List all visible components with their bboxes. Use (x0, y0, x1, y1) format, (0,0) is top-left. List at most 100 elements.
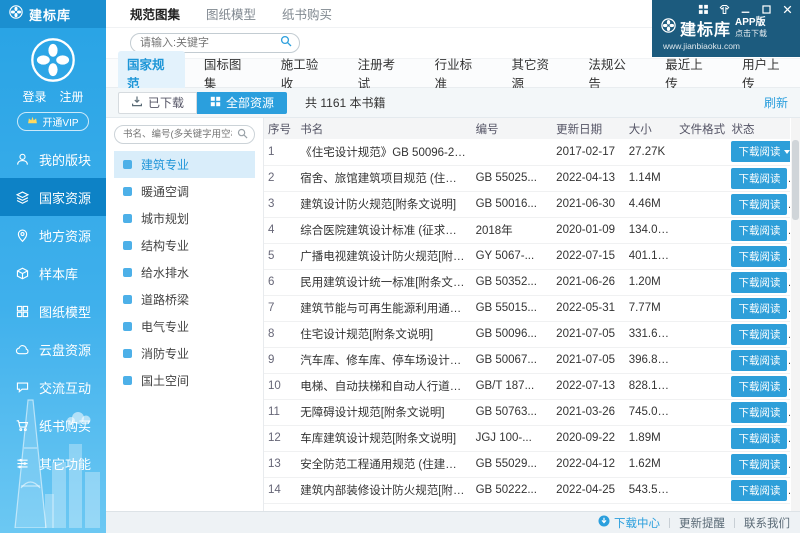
table-row[interactable]: 2宿舍、旅馆建筑项目规范 (住建部公开版)GB 55025...2022-04-… (264, 165, 790, 192)
table-row[interactable]: 9汽车库、修车库、停车场设计防火规范[附条文说明]GB 50067...2021… (264, 347, 790, 374)
category-bullet-icon (123, 214, 132, 223)
download-read-button[interactable]: 下载阅读 (731, 245, 788, 267)
sidebar-item-sample-library[interactable]: 样本库 (0, 254, 106, 292)
scrollbar-thumb[interactable] (792, 140, 799, 220)
keyword-search[interactable] (130, 33, 300, 53)
table-row[interactable]: 5广播电视建筑设计防火规范[附条文说明]GY 5067-...2022-07-1… (264, 243, 790, 270)
book-code: GB 50016... (471, 191, 553, 218)
category-roads-bridges[interactable]: 道路桥梁 (114, 286, 255, 313)
table-row[interactable]: 7建筑节能与可再生能源利用通用规范[附条文说明]GB 55015...2022-… (264, 295, 790, 322)
download-read-button[interactable]: 下载阅读 (731, 479, 788, 501)
download-read-button[interactable]: 下载阅读 (731, 375, 788, 397)
table-row[interactable]: 4 综合医院建筑设计标准 (征求意见稿) 2018年 2020-01-09 134.04… (264, 217, 790, 244)
row-number: 10 (264, 373, 297, 400)
statusbar-divider (669, 517, 670, 528)
sidebar-item-my-sections[interactable]: 我的版块 (0, 140, 106, 178)
file-size: 1.89M (624, 425, 676, 452)
sidebar-item-paper-books[interactable]: 纸书购买 (0, 406, 106, 444)
downloaded-button[interactable]: 已下载 (118, 91, 198, 114)
category-fire-protection[interactable]: 消防专业 (114, 340, 255, 367)
file-size: 7.77M (624, 295, 676, 322)
app-promo-banner: 建标库 APP版 点击下载 www.jianbiaoku.com (652, 0, 800, 57)
skin-icon[interactable] (718, 3, 730, 15)
content: 建筑专业暖通空调城市规划结构专业给水排水道路桥梁电气专业消防专业国土空间 序号 … (106, 118, 800, 511)
table-header-row: 序号 书名 编号 更新日期 大小 文件格式 状态 (264, 118, 790, 139)
file-format (675, 191, 728, 218)
download-read-button[interactable]: 下载阅读 (731, 427, 788, 449)
sidebar-item-cloud-resources[interactable]: 云盘资源 (0, 330, 106, 368)
vip-label: 开通VIP (42, 118, 79, 129)
category-urban-planning[interactable]: 城市规划 (114, 205, 255, 232)
category-structure[interactable]: 结构专业 (114, 232, 255, 259)
download-read-button[interactable]: 下载阅读 (731, 219, 788, 241)
category-water-supply[interactable]: 给水排水 (114, 259, 255, 286)
sidebar-item-community[interactable]: 交流互动 (0, 368, 106, 406)
maximize-icon[interactable] (760, 3, 772, 15)
table-row[interactable]: 8 住宅设计规范[附条文说明] GB 50096... 2021-07-05 331.6… (264, 321, 790, 348)
book-code: JGJ 100-... (471, 425, 553, 452)
download-read-button[interactable]: 下载阅读 (731, 297, 788, 319)
category-land-space[interactable]: 国土空间 (114, 367, 255, 394)
header-tab-paper-books[interactable]: 纸书购买 (282, 4, 332, 23)
table-row[interactable]: 6 民用建筑设计统一标准[附条文说明] GB 50352... 2021-06-26 1… (264, 269, 790, 296)
category-architecture[interactable]: 建筑专业 (114, 151, 255, 178)
download-center-link[interactable]: 下载中心 (598, 515, 660, 531)
sidebar-item-local-resources[interactable]: 地方资源 (0, 216, 106, 254)
table-row[interactable]: 12 车库建筑设计规范[附条文说明] JGJ 100-... 2020-09-22 1.… (264, 425, 790, 452)
file-format (675, 217, 728, 244)
table-row[interactable]: 13安全防范工程通用规范 (住建部公开版)GB 55029...2022-04-… (264, 451, 790, 478)
download-read-button[interactable]: 下载阅读 (731, 453, 788, 475)
update-reminder-link[interactable]: 更新提醒 (679, 515, 725, 531)
register-link[interactable]: 注册 (60, 88, 84, 105)
book-code (471, 139, 553, 166)
download-read-button[interactable]: 下载阅读 (731, 349, 788, 371)
table-row[interactable]: 3 建筑设计防火规范[附条文说明] GB 50016... 2021-06-30 4.4… (264, 191, 790, 218)
header-tab-drawing-models[interactable]: 图纸模型 (206, 4, 256, 23)
filter-search-input[interactable] (121, 128, 234, 141)
category-hvac[interactable]: 暖通空调 (114, 178, 255, 205)
sidebar-item-national-resources[interactable]: 国家资源 (0, 178, 106, 216)
keyword-search-input[interactable] (138, 36, 276, 50)
category-bullet-icon (123, 160, 132, 169)
file-size: 401.17K (624, 243, 676, 270)
login-link[interactable]: 登录 (22, 88, 46, 105)
apps-icon[interactable] (697, 3, 709, 15)
refresh-button[interactable]: 刷新 (764, 94, 788, 111)
download-read-button[interactable]: 下载阅读 (731, 193, 788, 215)
category-label: 电气专业 (141, 320, 190, 334)
header-tab-standards-atlas[interactable]: 规范图集 (130, 4, 180, 23)
download-read-label: 下载阅读 (738, 484, 781, 497)
filter-search[interactable] (114, 125, 255, 144)
category-electrical[interactable]: 电气专业 (114, 313, 255, 340)
download-read-button[interactable]: 下载阅读 (731, 323, 788, 345)
status-cell: 下载阅读 (727, 425, 790, 452)
update-date: 2022-05-31 (552, 295, 625, 322)
close-icon[interactable] (781, 3, 793, 15)
download-read-label: 下载阅读 (738, 432, 781, 445)
download-read-button[interactable]: 下载阅读 (731, 271, 788, 293)
table-row[interactable]: 14建筑内部装修设计防火规范[附条文说明]GB 50222...2022-04-… (264, 477, 790, 504)
download-read-button[interactable]: 下载阅读 (731, 141, 790, 163)
table-row[interactable]: 1《住宅设计规范》GB 50096-2011局部修订条文及说... 2017-02… (264, 139, 790, 166)
col-no: 序号 (264, 118, 297, 139)
cart-icon (15, 418, 30, 433)
table-scrollbar[interactable] (791, 118, 800, 511)
col-date: 更新日期 (552, 118, 625, 139)
contact-link[interactable]: 联系我们 (744, 515, 790, 531)
vip-button[interactable]: 开通VIP (17, 112, 89, 131)
table-row[interactable]: 10电梯、自动扶梯和自动人行道维修规范GB/T 187...2022-07-13… (264, 373, 790, 400)
download-read-label: 下载阅读 (738, 250, 781, 263)
promo-download-link[interactable]: 点击下载 (735, 29, 767, 38)
download-read-button[interactable]: 下载阅读 (731, 401, 788, 423)
download-read-button[interactable]: 下载阅读 (731, 167, 788, 189)
filter-search-icon[interactable] (237, 126, 248, 144)
search-icon[interactable] (280, 34, 292, 52)
book-code: GB 55025... (471, 165, 553, 192)
sidebar-item-other-features[interactable]: 其它功能 (0, 444, 106, 482)
sidebar-item-drawing-models[interactable]: 图纸模型 (0, 292, 106, 330)
minimize-icon[interactable] (739, 3, 751, 15)
table-row[interactable]: 11 无障碍设计规范[附条文说明] GB 50763... 2021-03-26 745… (264, 399, 790, 426)
category-label: 消防专业 (141, 347, 190, 361)
header-tabs: 规范图集 图纸模型 纸书购买 (106, 0, 652, 28)
all-resources-button[interactable]: 全部资源 (197, 91, 288, 114)
